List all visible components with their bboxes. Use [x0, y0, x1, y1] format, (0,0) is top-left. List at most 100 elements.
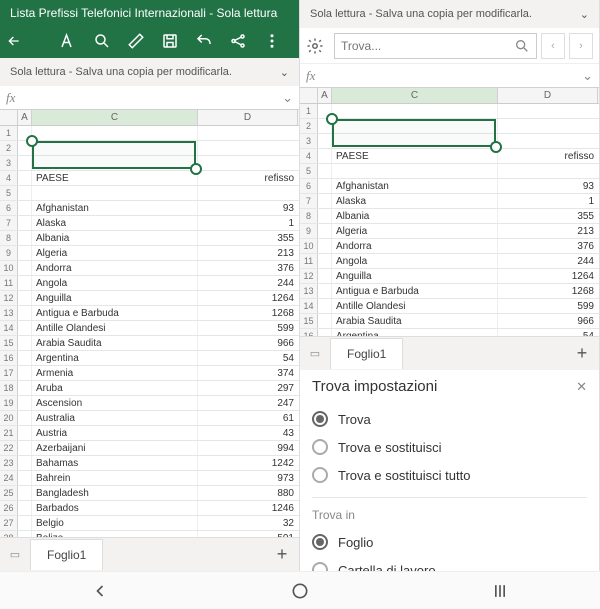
row-number[interactable]: 18 — [0, 381, 18, 395]
cell[interactable]: Aruba — [32, 381, 198, 395]
cell[interactable]: Barbados — [32, 501, 198, 515]
col-header-c[interactable]: C — [332, 88, 498, 103]
grid-row[interactable]: 18Aruba297 — [0, 381, 299, 396]
grid-row[interactable]: 12Anguilla1264 — [0, 291, 299, 306]
grid-row[interactable]: 2 — [300, 119, 599, 134]
cell[interactable]: 32 — [198, 516, 298, 530]
grid-row[interactable]: 6Afghanistan93 — [300, 179, 599, 194]
prev-result-button[interactable]: ‹ — [541, 33, 565, 59]
edit-icon[interactable] — [127, 32, 157, 50]
row-number[interactable]: 13 — [0, 306, 18, 320]
grid-row[interactable]: 14Antille Olandesi599 — [0, 321, 299, 336]
grid-row[interactable]: 4PAESErefisso — [300, 149, 599, 164]
grid-row[interactable]: 9Algeria213 — [300, 224, 599, 239]
row-number[interactable]: 11 — [300, 254, 318, 268]
cell[interactable]: 213 — [498, 224, 598, 238]
row-number[interactable]: 21 — [0, 426, 18, 440]
cell[interactable]: 93 — [198, 201, 298, 215]
cell[interactable]: 1264 — [198, 291, 298, 305]
nav-recent-icon[interactable] — [490, 581, 510, 601]
grid-row[interactable]: 24Bahrein973 — [0, 471, 299, 486]
grid-row[interactable]: 11Angola244 — [0, 276, 299, 291]
row-number[interactable]: 5 — [300, 164, 318, 178]
grid-row[interactable]: 5 — [300, 164, 599, 179]
row-number[interactable]: 11 — [0, 276, 18, 290]
cell[interactable]: Armenia — [32, 366, 198, 380]
cell[interactable]: 54 — [198, 351, 298, 365]
row-number[interactable]: 27 — [0, 516, 18, 530]
cell[interactable]: 93 — [498, 179, 598, 193]
grid-row[interactable]: 25Bangladesh880 — [0, 486, 299, 501]
cell[interactable]: Alaska — [32, 216, 198, 230]
cell[interactable]: 376 — [498, 239, 598, 253]
cell[interactable]: Azerbaijani — [32, 441, 198, 455]
cell[interactable]: 966 — [198, 336, 298, 350]
cell[interactable]: Antille Olandesi — [332, 299, 498, 313]
row-number[interactable]: 20 — [0, 411, 18, 425]
row-number[interactable]: 10 — [0, 261, 18, 275]
row-number[interactable]: 9 — [0, 246, 18, 260]
cell[interactable]: refisso — [498, 149, 598, 163]
cell[interactable]: 54 — [498, 329, 598, 336]
cell[interactable]: 1268 — [198, 306, 298, 320]
cell[interactable]: 599 — [498, 299, 598, 313]
close-icon[interactable]: ✕ — [576, 379, 587, 395]
cell[interactable]: 966 — [498, 314, 598, 328]
cell[interactable] — [32, 186, 198, 200]
grid-row[interactable]: 16Argentina54 — [0, 351, 299, 366]
row-number[interactable]: 15 — [300, 314, 318, 328]
row-number[interactable]: 28 — [0, 531, 18, 537]
row-number[interactable]: 14 — [300, 299, 318, 313]
cell[interactable]: 599 — [198, 321, 298, 335]
grid-row[interactable]: 8Albania355 — [0, 231, 299, 246]
sheet-tab[interactable]: Foglio1 — [30, 539, 103, 570]
cell[interactable]: Albania — [332, 209, 498, 223]
cell[interactable]: 244 — [498, 254, 598, 268]
row-number[interactable]: 23 — [0, 456, 18, 470]
cell[interactable]: Antigua e Barbuda — [332, 284, 498, 298]
cell[interactable] — [32, 126, 198, 140]
grid-row[interactable]: 22Azerbaijani994 — [0, 441, 299, 456]
cell[interactable]: Afghanistan — [332, 179, 498, 193]
grid-row[interactable]: 20Australia61 — [0, 411, 299, 426]
cell[interactable]: Belize — [32, 531, 198, 537]
row-number[interactable]: 7 — [300, 194, 318, 208]
option-find[interactable]: Trova — [312, 405, 587, 433]
cell[interactable] — [498, 134, 598, 148]
cell[interactable]: refisso — [198, 171, 298, 185]
cell[interactable]: Ascension — [32, 396, 198, 410]
cell[interactable]: 43 — [198, 426, 298, 440]
cell[interactable] — [332, 134, 498, 148]
cell[interactable]: 376 — [198, 261, 298, 275]
grid-row[interactable]: 9Algeria213 — [0, 246, 299, 261]
cell[interactable]: Austria — [32, 426, 198, 440]
cell[interactable]: Belgio — [32, 516, 198, 530]
cell[interactable]: Angola — [332, 254, 498, 268]
grid-row[interactable]: 12Anguilla1264 — [300, 269, 599, 284]
grid-row[interactable]: 15Arabia Saudita966 — [0, 336, 299, 351]
search-input[interactable] — [341, 39, 514, 53]
cell[interactable]: 973 — [198, 471, 298, 485]
cell[interactable]: Angola — [32, 276, 198, 290]
row-number[interactable]: 5 — [0, 186, 18, 200]
grid-row[interactable]: 23Bahamas1242 — [0, 456, 299, 471]
grid-row[interactable]: 7Alaska1 — [0, 216, 299, 231]
row-number[interactable]: 8 — [0, 231, 18, 245]
cell[interactable] — [32, 156, 198, 170]
cell[interactable]: 1268 — [498, 284, 598, 298]
readonly-banner[interactable]: Sola lettura - Salva una copia per modif… — [0, 58, 299, 86]
grid-row[interactable]: 4PAESErefisso — [0, 171, 299, 186]
cell[interactable]: 213 — [198, 246, 298, 260]
cell[interactable] — [198, 186, 298, 200]
cell[interactable]: PAESE — [332, 149, 498, 163]
cell[interactable]: Bahrein — [32, 471, 198, 485]
spreadsheet-grid[interactable]: A C D 1234PAESErefisso56Afghanistan937Al… — [300, 88, 599, 336]
option-find-replace-all[interactable]: Trova e sostituisci tutto — [312, 461, 587, 489]
cell[interactable] — [498, 104, 598, 118]
cell[interactable]: Algeria — [332, 224, 498, 238]
cell[interactable]: 1246 — [198, 501, 298, 515]
cell[interactable]: Andorra — [32, 261, 198, 275]
option-in-workbook[interactable]: Cartella di lavoro — [312, 556, 587, 571]
cell[interactable]: Australia — [32, 411, 198, 425]
grid-row[interactable]: 7Alaska1 — [300, 194, 599, 209]
